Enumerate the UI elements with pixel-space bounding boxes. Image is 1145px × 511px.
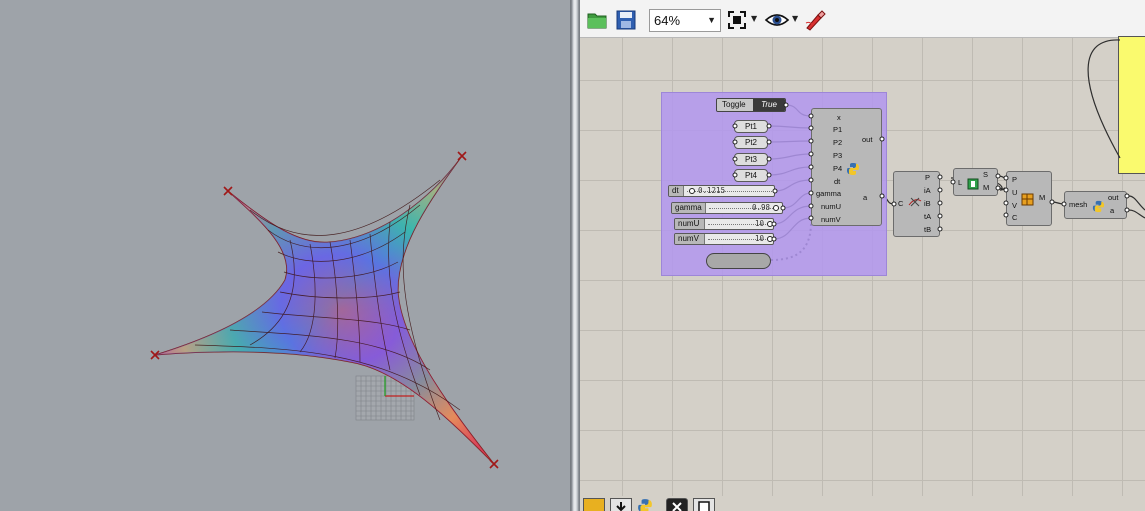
input-gamma: gamma [816,189,842,198]
viewport-scene [150,151,499,469]
input-P4: P4 [833,164,843,173]
toggle-value[interactable]: True [753,99,785,111]
zoom-extents-icon[interactable] [726,9,748,31]
point-param-3[interactable]: Pt3 [734,153,768,166]
input-dt: dt [834,177,841,186]
grasshopper-editor: 64% ▼ ▼ ▼ Toggle True Pt1 Pt2 Pt3 Pt4 dt… [580,0,1145,511]
output-tB: tB [924,225,932,234]
slider-dt-value: 0.1215 [698,186,726,195]
surface-icon [967,175,979,194]
output-M: M [1039,193,1046,202]
input-P2: P2 [833,138,843,147]
tensile-mesh-surface [154,155,495,465]
boolean-toggle[interactable]: Toggle True [716,98,786,112]
mesh-component[interactable]: P U V C M [1006,171,1052,226]
output-a: a [863,193,868,202]
input-C: C [1012,213,1018,222]
mesh-icon [1021,191,1034,210]
toggle-label: Toggle [717,99,753,111]
python-icon [1092,198,1105,217]
bottom-widget-bar [580,496,1145,511]
output-S: S [983,170,989,179]
output-iB: iB [924,199,931,208]
slider-numU-value: 10 [755,219,765,228]
node-canvas[interactable]: Toggle True Pt1 Pt2 Pt3 Pt4 dt 0.1215 ga… [580,36,1145,511]
point-param-4[interactable]: Pt4 [734,169,768,182]
input-P: P [1012,175,1018,184]
slider-numU-label: numU [675,219,705,229]
close-icon[interactable] [666,498,688,511]
python-icon[interactable] [637,498,659,511]
python-icon [846,161,860,180]
download-icon[interactable] [610,498,632,511]
input-V: V [1012,201,1018,210]
input-mesh: mesh [1069,200,1088,209]
slider-dt[interactable]: dt 0.1215 [668,185,775,197]
rhino-viewport[interactable] [0,0,570,511]
slider-numU-grip[interactable] [767,221,773,227]
input-C: C [898,199,904,208]
slider-dt-label: dt [669,186,684,196]
pen-sketch-icon[interactable] [804,9,826,31]
eye-icon[interactable] [764,9,790,31]
input-P1: P1 [833,125,843,134]
output-P: P [925,173,931,182]
slider-gamma-value: 0.98 [752,203,771,212]
canvas-toolbar: 64% ▼ ▼ ▼ [580,0,1145,38]
input-numV: numV [821,215,841,224]
output-M: M [983,183,990,192]
grasshopper-icon[interactable] [583,498,605,511]
surface-component[interactable]: L S M [953,168,998,196]
output-iA: iA [924,186,931,195]
panel-icon[interactable] [693,498,715,511]
chevron-down-icon[interactable]: ▼ [751,14,757,23]
slider-gamma-grip[interactable] [773,205,779,211]
zoom-dropdown[interactable]: 64% ▼ [649,9,721,32]
slider-dt-grip[interactable] [689,188,695,194]
input-numU: numU [821,202,842,211]
window-splitter[interactable] [570,0,580,511]
chevron-down-icon: ▼ [707,15,716,25]
slider-gamma-label: gamma [672,203,706,213]
zoom-value: 64% [654,13,681,28]
input-U: U [1012,188,1018,197]
output-out: out [1108,193,1119,202]
point-param-2[interactable]: Pt2 [734,136,768,149]
output-a: a [1110,206,1115,215]
save-icon[interactable] [615,9,637,31]
output-out: out [862,135,873,144]
folder-open-icon[interactable] [586,9,608,31]
slider-numV-value: 10 [755,234,765,243]
relay-node[interactable] [706,253,771,269]
curve-analysis-icon [908,194,922,213]
slider-numU[interactable]: numU 10 [674,218,774,230]
python-mesh-component[interactable]: mesh out a [1064,191,1127,219]
chevron-down-icon[interactable]: ▼ [792,14,798,23]
slider-numV[interactable]: numV 10 [674,233,774,245]
slider-numV-label: numV [675,234,705,244]
point-param-1[interactable]: Pt1 [734,120,768,133]
app-window: 64% ▼ ▼ ▼ Toggle True Pt1 Pt2 Pt3 Pt4 dt… [0,0,1145,511]
input-x: x [837,113,841,122]
input-P3: P3 [833,151,843,160]
output-tA: tA [924,212,932,221]
python-script-component[interactable]: x P1 P2 P3 P4 dt gamma numU numV out a [811,108,882,226]
slider-numV-grip[interactable] [767,236,773,242]
curve-analysis-component[interactable]: C P iA iB tA tB [893,171,940,237]
input-L: L [958,178,963,187]
slider-gamma[interactable]: gamma 0.98 [671,202,783,214]
